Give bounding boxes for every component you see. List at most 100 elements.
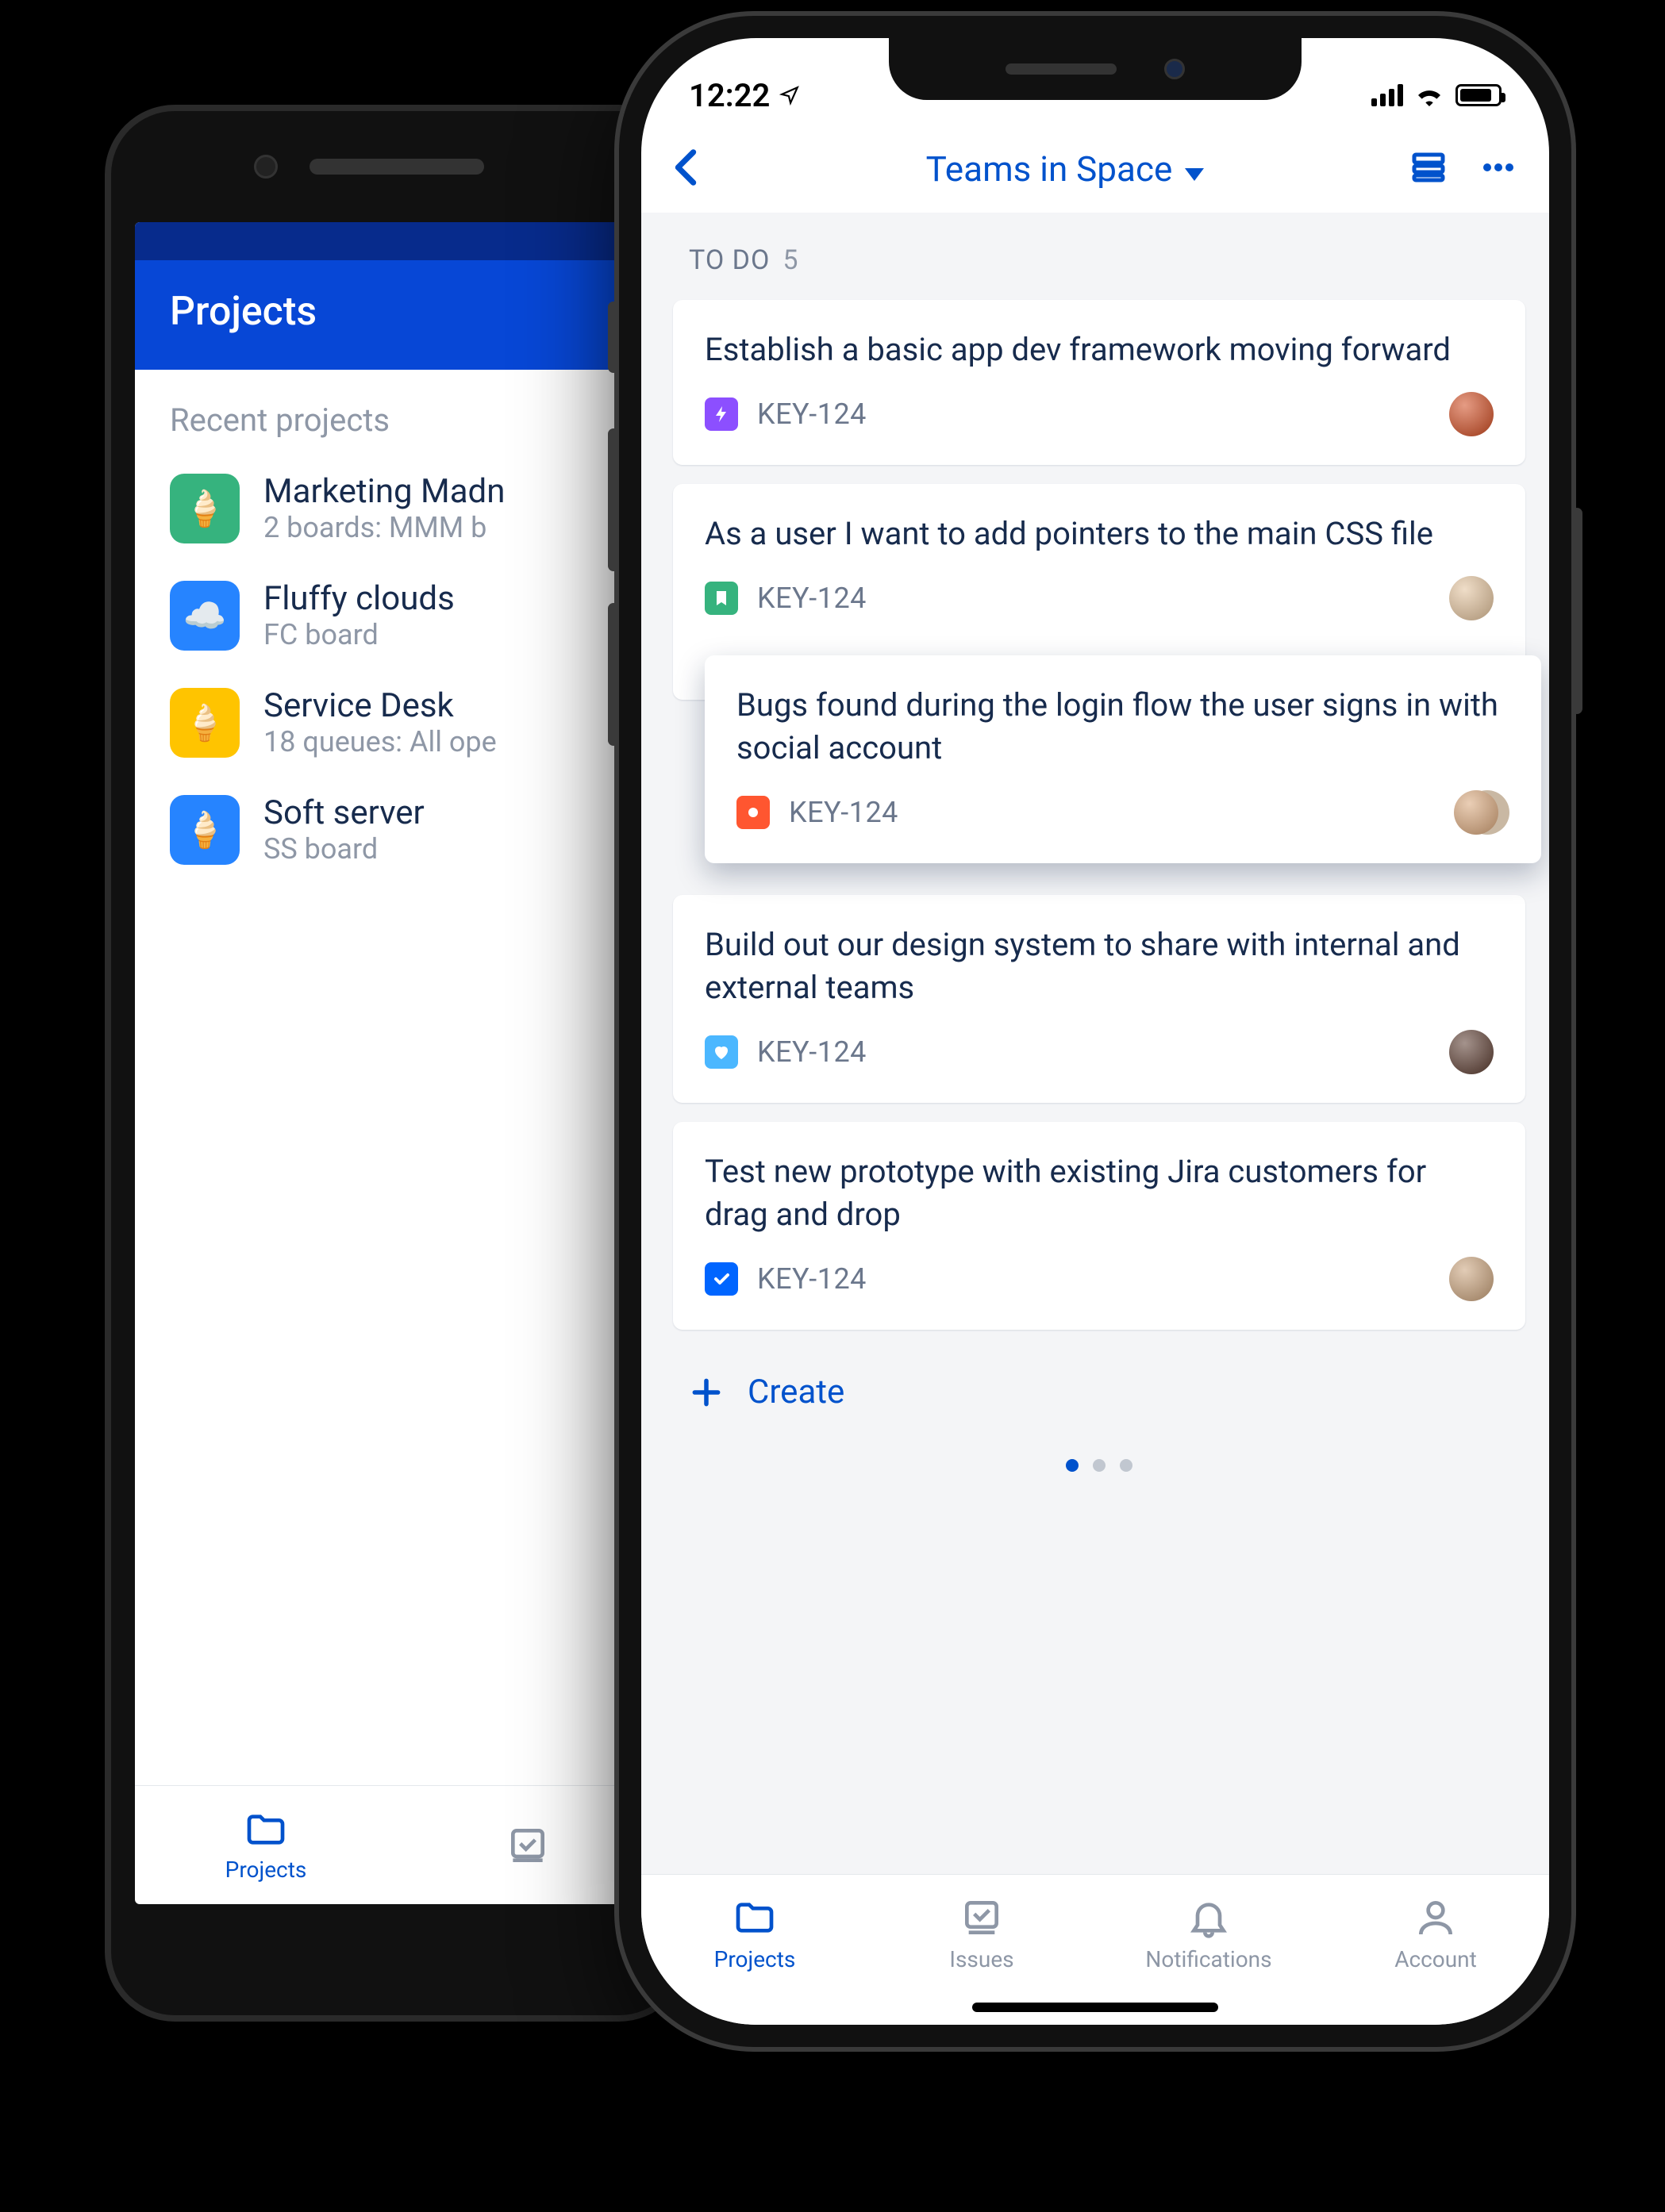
story-icon — [705, 582, 738, 615]
iphone-volume-up — [608, 428, 619, 571]
project-icon: 🍦 — [170, 795, 240, 865]
issues-icon — [506, 1823, 550, 1868]
nav-projects-label: Projects — [225, 1857, 307, 1883]
battery-icon — [1455, 84, 1502, 106]
project-name: Marketing Madn — [263, 472, 624, 511]
chevron-left-icon — [673, 148, 698, 186]
project-subtitle: FC board — [263, 618, 624, 651]
iphone-volume-down — [608, 603, 619, 746]
location-icon — [779, 85, 800, 106]
board-column[interactable]: TO DO 5 Establish a basic app dev framew… — [641, 213, 1549, 1874]
issue-key: KEY-124 — [757, 1035, 867, 1069]
nav-projects[interactable]: Projects — [135, 1807, 397, 1883]
iphone-front-camera — [1164, 59, 1185, 79]
tab-projects[interactable]: Projects — [641, 1875, 868, 1993]
projects-header: Projects — [135, 260, 659, 370]
board-view-button[interactable] — [1409, 148, 1448, 190]
board-icon — [1409, 148, 1448, 186]
tab-issues[interactable]: Issues — [868, 1875, 1095, 1993]
projects-title: Projects — [170, 289, 624, 335]
tab-notifications-label: Notifications — [1145, 1946, 1271, 1972]
epic-icon — [705, 397, 738, 431]
column-label: TO DO — [689, 244, 770, 276]
iphone-side-button — [1571, 508, 1582, 714]
create-label: Create — [748, 1373, 844, 1411]
folder-icon — [244, 1807, 288, 1852]
wifi-icon — [1414, 84, 1444, 106]
plus-icon — [689, 1375, 724, 1410]
assignee-avatar[interactable] — [1449, 1257, 1494, 1301]
more-horizontal-icon — [1479, 148, 1517, 186]
board-title-dropdown[interactable]: Teams in Space — [736, 148, 1394, 190]
page-dot-active — [1066, 1459, 1079, 1472]
project-name: Fluffy clouds — [263, 579, 624, 618]
assignee-avatar-group[interactable] — [1454, 790, 1509, 835]
page-indicator[interactable] — [673, 1435, 1525, 1488]
iphone-mute-switch — [608, 301, 619, 373]
android-phone-frame: Projects Recent projects 🍦 Marketing Mad… — [111, 111, 683, 2015]
assignee-avatar[interactable] — [1449, 576, 1494, 620]
create-issue-button[interactable]: Create — [673, 1349, 1525, 1435]
more-button[interactable] — [1479, 148, 1517, 190]
issue-title: Establish a basic app dev framework movi… — [705, 328, 1494, 371]
project-subtitle: 2 boards: MMM b — [263, 511, 624, 544]
project-name: Service Desk — [263, 686, 624, 725]
column-count: 5 — [783, 244, 798, 276]
project-row[interactable]: 🍦 Marketing Madn 2 boards: MMM b — [135, 455, 659, 562]
caret-down-icon — [1185, 148, 1204, 190]
board-title: Teams in Space — [926, 148, 1173, 190]
tab-issues-label: Issues — [949, 1946, 1013, 1972]
iphone-screen: 12:22 Teams in Space — [641, 38, 1549, 2025]
issue-card[interactable]: Establish a basic app dev framework movi… — [673, 300, 1525, 465]
project-row[interactable]: 🍦 Service Desk 18 queues: All ope — [135, 669, 659, 776]
android-front-camera — [254, 155, 278, 179]
page-dot — [1093, 1459, 1106, 1472]
project-name: Soft server — [263, 793, 624, 832]
iphone-notch — [889, 38, 1302, 100]
tab-account-label: Account — [1394, 1946, 1477, 1972]
issue-card[interactable]: Test new prototype with existing Jira cu… — [673, 1122, 1525, 1330]
iphone-frame: 12:22 Teams in Space — [619, 16, 1571, 2047]
account-icon — [1413, 1895, 1458, 1940]
tab-account[interactable]: Account — [1322, 1875, 1549, 1993]
iphone-speaker — [1006, 63, 1117, 75]
project-subtitle: SS board — [263, 832, 624, 866]
issue-title: As a user I want to add pointers to the … — [705, 513, 1494, 555]
improvement-icon — [705, 1035, 738, 1069]
android-status-bar — [135, 222, 659, 260]
issue-key: KEY-124 — [757, 397, 867, 431]
issues-icon — [959, 1895, 1004, 1940]
project-icon: ☁️ — [170, 581, 240, 651]
bug-icon — [736, 796, 770, 829]
project-row[interactable]: ☁️ Fluffy clouds FC board — [135, 562, 659, 669]
page-dot — [1120, 1459, 1132, 1472]
project-icon: 🍦 — [170, 474, 240, 543]
column-header: TO DO 5 — [673, 244, 1525, 300]
back-button[interactable] — [673, 148, 721, 190]
assignee-avatar[interactable] — [1449, 392, 1494, 436]
issue-card[interactable]: Build out our design system to share wit… — [673, 895, 1525, 1103]
status-time: 12:22 — [689, 77, 770, 114]
project-icon: 🍦 — [170, 688, 240, 758]
bell-icon — [1186, 1895, 1231, 1940]
home-indicator[interactable] — [972, 2003, 1218, 2012]
assignee-avatar[interactable] — [1449, 1030, 1494, 1074]
issue-title: Bugs found during the login flow the use… — [736, 684, 1509, 770]
tab-projects-label: Projects — [714, 1946, 796, 1972]
signal-icon — [1371, 84, 1403, 106]
issue-key: KEY-124 — [757, 1262, 867, 1296]
android-speaker — [310, 159, 484, 175]
tab-notifications[interactable]: Notifications — [1095, 1875, 1322, 1993]
project-subtitle: 18 queues: All ope — [263, 725, 624, 758]
project-row[interactable]: 🍦 Soft server SS board — [135, 776, 659, 883]
assignee-avatar — [1454, 790, 1498, 835]
task-icon — [705, 1262, 738, 1296]
issue-card-dragging[interactable]: Bugs found during the login flow the use… — [705, 655, 1541, 863]
issue-title: Build out our design system to share wit… — [705, 924, 1494, 1009]
issue-title: Test new prototype with existing Jira cu… — [705, 1150, 1494, 1236]
android-bottom-nav: Projects — [135, 1785, 659, 1904]
ios-nav-bar: Teams in Space — [641, 125, 1549, 213]
issue-key: KEY-124 — [757, 582, 867, 615]
recent-projects-label: Recent projects — [135, 370, 659, 455]
android-screen: Projects Recent projects 🍦 Marketing Mad… — [135, 222, 659, 1904]
